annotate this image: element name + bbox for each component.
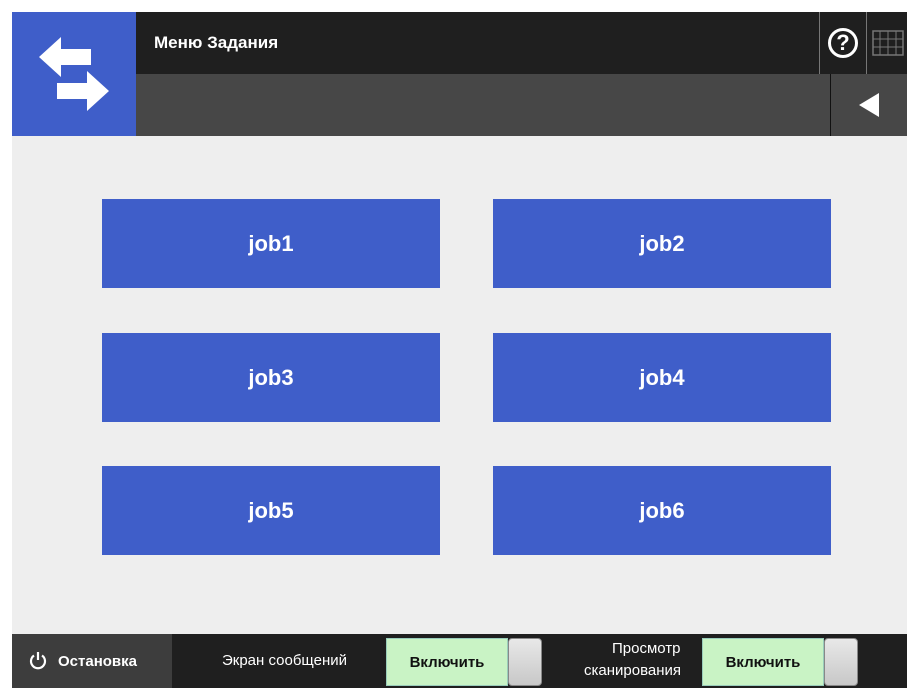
back-button[interactable] bbox=[830, 74, 907, 136]
scan-preview-label-line1: Просмотр bbox=[612, 640, 681, 657]
power-icon bbox=[29, 652, 47, 670]
shutdown-button[interactable]: Остановка bbox=[12, 634, 172, 688]
arrows-exchange-icon bbox=[39, 37, 109, 111]
shutdown-label: Остановка bbox=[58, 652, 137, 670]
triangle-left-icon bbox=[859, 93, 879, 117]
job-button-2[interactable]: job2 bbox=[493, 199, 831, 288]
scan-preview-label-line2: сканирования bbox=[584, 662, 682, 679]
job-button-3[interactable]: job3 bbox=[102, 333, 440, 422]
keyboard-icon bbox=[871, 30, 904, 56]
sub-bar bbox=[136, 74, 907, 136]
job-button-5[interactable]: job5 bbox=[102, 466, 440, 555]
scan-preview-toggle-value: Включить bbox=[702, 638, 824, 686]
help-icon: ? bbox=[828, 28, 858, 58]
message-screen-toggle-knob[interactable] bbox=[508, 638, 542, 686]
job-button-1[interactable]: job1 bbox=[102, 199, 440, 288]
page-title: Меню Задания bbox=[154, 33, 279, 52]
job-button-4[interactable]: job4 bbox=[493, 333, 831, 422]
message-screen-label: Экран сообщений bbox=[222, 652, 347, 669]
title-bar: Меню Задания ? bbox=[136, 12, 907, 74]
keyboard-button[interactable] bbox=[868, 12, 907, 74]
logo bbox=[12, 12, 136, 136]
scan-preview-toggle[interactable]: Включить bbox=[702, 638, 858, 686]
job-button-6[interactable]: job6 bbox=[493, 466, 831, 555]
message-screen-toggle-value: Включить bbox=[386, 638, 508, 686]
job-menu-screen: Меню Задания ? job1 job2 job3 job4 job5 … bbox=[12, 12, 907, 688]
help-button[interactable]: ? bbox=[819, 12, 867, 74]
scan-preview-toggle-knob[interactable] bbox=[824, 638, 858, 686]
footer-bar: Остановка Экран сообщений Включить Просм… bbox=[12, 634, 907, 688]
message-screen-toggle[interactable]: Включить bbox=[386, 638, 542, 686]
